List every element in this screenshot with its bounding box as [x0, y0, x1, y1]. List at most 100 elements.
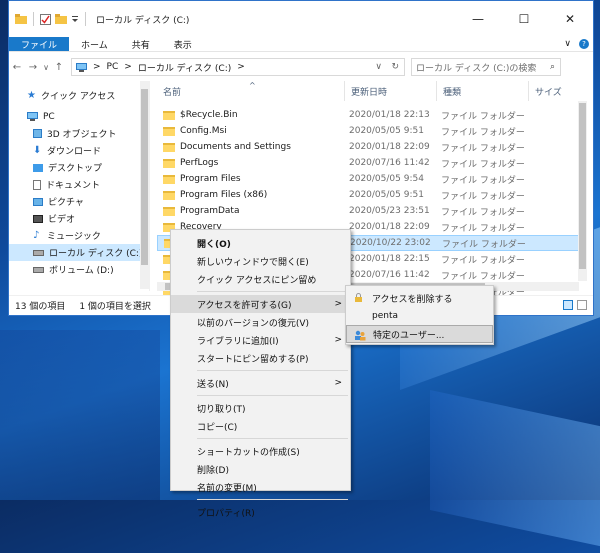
file-date: 2020/01/18 22:13	[349, 110, 430, 120]
menu-item-open[interactable]: 開く(O)	[171, 234, 350, 252]
desktop-icon	[33, 163, 43, 172]
menu-item-label: ライブラリに追加(I)	[197, 336, 279, 347]
sidebar-item-documents[interactable]: ドキュメント	[9, 176, 149, 193]
tab-home[interactable]: ホーム	[69, 37, 120, 51]
address-field[interactable]: > PC > ローカル ディスク (C:) > ∨ ↻	[71, 58, 405, 76]
table-row[interactable]: Config.Msi 2020/05/05 9:51 ファイル フォルダー	[157, 123, 587, 139]
sidebar-item-pc[interactable]: PC	[9, 108, 149, 125]
scrollbar-thumb[interactable]	[579, 103, 586, 269]
sidebar-scrollbar[interactable]	[140, 81, 149, 289]
toolbar-separator	[33, 12, 34, 26]
sidebar-item-label: PC	[43, 111, 55, 122]
sidebar-item-quick-access[interactable]: ★ クイック アクセス	[9, 87, 149, 104]
submenu-arrow-icon: >	[334, 335, 342, 345]
properties-icon[interactable]	[40, 13, 51, 25]
table-row[interactable]: PerfLogs 2020/07/16 11:42 ファイル フォルダー	[157, 155, 587, 171]
file-type: ファイル フォルダー	[441, 159, 525, 170]
column-header-name[interactable]: 名前 ^	[157, 81, 345, 101]
column-header-type[interactable]: 種類	[437, 81, 529, 101]
back-button[interactable]: ←	[9, 62, 25, 73]
sidebar-item-label: デスクトップ	[48, 164, 103, 174]
file-name-cell: $Recycle.Bin	[157, 110, 345, 120]
file-name: Config.Msi	[180, 126, 227, 136]
menu-separator	[197, 438, 348, 439]
file-date: 2020/05/05 9:51	[349, 190, 424, 200]
sidebar-item-videos[interactable]: ビデオ	[9, 210, 149, 227]
file-type: ファイル フォルダー	[441, 111, 525, 122]
sidebar-item-label: ローカル ディスク (C:)	[49, 249, 143, 259]
folder-icon	[163, 126, 175, 136]
tab-share[interactable]: 共有	[120, 37, 162, 51]
menu-item-pin-quick-access[interactable]: クイック アクセスにピン留め	[171, 270, 350, 288]
sidebar-item-label: ダウンロード	[47, 147, 102, 157]
file-type: ファイル フォルダー	[442, 239, 526, 250]
table-row[interactable]: Documents and Settings 2020/01/18 22:09 ファ…	[157, 139, 587, 155]
file-type: ファイル フォルダー	[441, 127, 525, 138]
file-list-scrollbar[interactable]	[578, 101, 587, 281]
desktop-background-shade	[0, 330, 160, 500]
menu-item-open-new-window[interactable]: 新しいウィンドウで開く(E)	[171, 252, 350, 270]
close-button[interactable]: ✕	[547, 1, 593, 37]
sidebar-item-3d-objects[interactable]: 3D オブジェクト	[9, 125, 149, 142]
breadcrumb-separator: >	[93, 62, 101, 72]
refresh-button[interactable]: ↻	[391, 62, 399, 72]
tab-view[interactable]: 表示	[162, 37, 204, 51]
customize-toolbar-icon[interactable]	[71, 15, 79, 23]
menu-item-rename[interactable]: 名前の変更(M)	[171, 478, 350, 496]
file-name: ProgramData	[180, 206, 240, 216]
title-bar: ローカル ディスク (C:) — ☐ ✕	[9, 1, 593, 37]
submenu-item-remove-access[interactable]: アクセスを削除する	[346, 289, 493, 307]
give-access-submenu: アクセスを削除する penta 特定のユーザー...	[345, 285, 494, 345]
sidebar-item-local-disk-c[interactable]: ローカル ディスク (C:)	[9, 244, 149, 261]
menu-item-copy[interactable]: コピー(C)	[171, 417, 350, 435]
table-row[interactable]: ProgramData 2020/05/23 23:51 ファイル フォルダー	[157, 203, 587, 219]
file-date: 2020/01/18 22:15	[349, 254, 430, 264]
file-name: PerfLogs	[180, 158, 219, 168]
file-date: 2020/05/05 9:51	[349, 126, 424, 136]
file-name-cell: Documents and Settings	[157, 142, 345, 152]
new-folder-icon[interactable]	[55, 14, 67, 24]
breadcrumb-pc[interactable]: PC	[107, 62, 119, 72]
breadcrumb-drive[interactable]: ローカル ディスク (C:)	[138, 61, 231, 74]
sidebar-item-desktop[interactable]: デスクトップ	[9, 159, 149, 176]
menu-item-label: 特定のユーザー...	[373, 330, 445, 341]
menu-item-cut[interactable]: 切り取り(T)	[171, 399, 350, 417]
maximize-button[interactable]: ☐	[501, 1, 547, 37]
help-icon[interactable]: ?	[579, 39, 589, 49]
table-row[interactable]: $Recycle.Bin 2020/01/18 22:13 ファイル フォルダー	[157, 107, 587, 123]
search-input[interactable]: ローカル ディスク (C:)の検索 ⌕	[411, 58, 561, 76]
details-view-icon[interactable]	[563, 300, 573, 310]
large-icons-view-icon[interactable]	[577, 300, 587, 310]
pc-icon	[76, 62, 87, 72]
sidebar-item-music[interactable]: ♪ ミュージック	[9, 227, 149, 244]
minimize-button[interactable]: —	[455, 1, 501, 37]
submenu-item-specific-people[interactable]: 特定のユーザー...	[346, 325, 493, 343]
table-row[interactable]: Program Files (x86) 2020/05/05 9:51 ファイル フ…	[157, 187, 587, 203]
address-dropdown-button[interactable]: ∨	[375, 62, 382, 72]
menu-item-add-to-library[interactable]: ライブラリに追加(I) >	[171, 331, 350, 349]
table-row[interactable]: Program Files 2020/05/05 9:54 ファイル フォルダー	[157, 171, 587, 187]
menu-item-properties[interactable]: プロパティ(R)	[171, 503, 350, 521]
tab-file[interactable]: ファイル	[9, 37, 70, 51]
menu-item-pin-to-start[interactable]: スタートにピン留めする(P)	[171, 349, 350, 367]
menu-item-restore-versions[interactable]: 以前のバージョンの復元(V)	[171, 313, 350, 331]
forward-button[interactable]: →	[25, 62, 41, 73]
scrollbar-thumb[interactable]	[141, 89, 148, 265]
sidebar-item-volume-d[interactable]: ボリューム (D:)	[9, 261, 149, 278]
recent-locations-button[interactable]: ∨	[41, 63, 51, 72]
submenu-item-user[interactable]: penta	[346, 307, 493, 325]
column-header-date[interactable]: 更新日時	[345, 81, 437, 101]
drive-icon	[33, 266, 44, 273]
sidebar-item-pictures[interactable]: ピクチャ	[9, 193, 149, 210]
folder-icon	[163, 142, 175, 152]
file-date: 2020/01/18 22:09	[349, 222, 430, 232]
expand-ribbon-button[interactable]: ∨	[564, 39, 571, 49]
up-button[interactable]: ↑	[51, 62, 67, 73]
menu-item-delete[interactable]: 削除(D)	[171, 460, 350, 478]
column-header-size[interactable]: サイズ	[529, 81, 579, 101]
ribbon-right: ∨ ?	[564, 37, 589, 51]
menu-item-send-to[interactable]: 送る(N) >	[171, 374, 350, 392]
menu-item-create-shortcut[interactable]: ショートカットの作成(S)	[171, 442, 350, 460]
sidebar-item-downloads[interactable]: ⬇ ダウンロード	[9, 142, 149, 159]
menu-item-give-access[interactable]: アクセスを許可する(G) >	[171, 295, 350, 313]
